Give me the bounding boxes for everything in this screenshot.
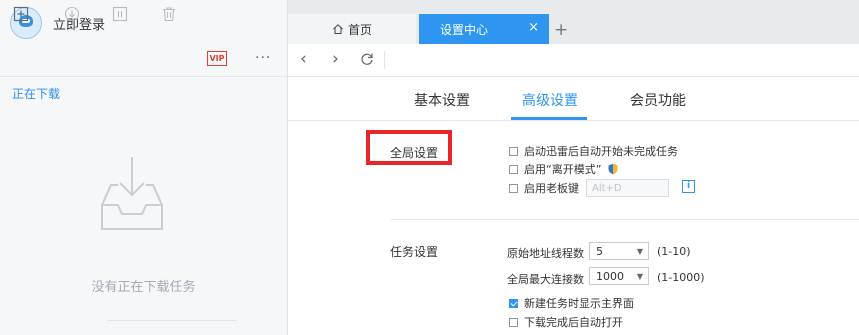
more-button[interactable]: ··· bbox=[255, 50, 271, 66]
new-task-icon[interactable] bbox=[12, 5, 30, 23]
tab-settings-label: 设置中心 bbox=[440, 22, 489, 37]
option-away-mode[interactable]: 启用“离开模式” bbox=[509, 161, 619, 177]
max-connections-label: 全局最大连接数 bbox=[507, 273, 584, 286]
shield-icon bbox=[608, 163, 618, 175]
refresh-icon[interactable] bbox=[360, 48, 374, 71]
tab-home[interactable]: 首页 bbox=[288, 14, 416, 44]
tab-advanced-settings[interactable]: 高级设置 bbox=[522, 90, 578, 110]
option-auto-open[interactable]: 下载完成后自动打开 bbox=[509, 314, 623, 330]
boss-key-label: 启用老板键 bbox=[524, 182, 579, 195]
thread-count-label: 原始地址线程数 bbox=[507, 247, 584, 260]
away-mode-label: 启用“离开模式” bbox=[524, 163, 602, 176]
auto-open-label: 下载完成后自动打开 bbox=[524, 316, 623, 329]
close-tab-icon[interactable]: × bbox=[528, 20, 539, 35]
navigation-bar: ‹ › bbox=[288, 44, 859, 77]
boss-key-hotkey-input[interactable]: Alt+D bbox=[586, 179, 669, 197]
show-main-window-label: 新建任务时显示主界面 bbox=[524, 297, 634, 310]
auto-resume-label: 启动迅雷后自动开始未完成任务 bbox=[524, 145, 678, 158]
option-show-main-window[interactable]: 新建任务时显示主界面 bbox=[509, 295, 634, 311]
vip-button[interactable]: VIP bbox=[207, 51, 227, 66]
tab-home-label: 首页 bbox=[347, 22, 372, 37]
task-settings-title: 任务设置 bbox=[390, 245, 439, 259]
left-panel: 立即登录 VIP ··· 正在下载 没有正在下载任务 bbox=[0, 0, 288, 335]
start-download-icon[interactable] bbox=[63, 5, 81, 23]
empty-inbox-icon bbox=[101, 157, 163, 230]
downloading-tab[interactable]: 正在下载 bbox=[12, 85, 60, 102]
toolbar-divider bbox=[0, 76, 287, 77]
boss-key-checkbox[interactable] bbox=[509, 183, 518, 193]
tab-settings-center[interactable]: 设置中心 × bbox=[419, 14, 549, 44]
active-tab-indicator bbox=[511, 117, 587, 120]
forward-icon[interactable]: › bbox=[332, 49, 339, 69]
max-connections-range: (1-1000) bbox=[657, 271, 705, 284]
global-settings-title: 全局设置 bbox=[390, 146, 439, 160]
chevron-down-icon: ▼ bbox=[636, 247, 643, 256]
max-connections-value: 1000 bbox=[596, 270, 624, 283]
auto-resume-checkbox[interactable] bbox=[509, 146, 518, 156]
auto-open-checkbox[interactable] bbox=[509, 317, 518, 327]
pause-icon[interactable] bbox=[111, 5, 129, 23]
info-icon[interactable]: i bbox=[682, 180, 695, 193]
option-auto-resume[interactable]: 启动迅雷后自动开始未完成任务 bbox=[509, 143, 678, 159]
browser-tabs: 首页 设置中心 × + bbox=[288, 0, 859, 44]
address-divider bbox=[384, 51, 385, 69]
max-connections-select[interactable]: 1000 ▼ bbox=[589, 267, 649, 285]
back-icon[interactable]: ‹ bbox=[300, 49, 307, 69]
section-divider bbox=[390, 219, 859, 220]
show-main-window-checkbox[interactable] bbox=[509, 298, 518, 308]
empty-state-text: 没有正在下载任务 bbox=[91, 280, 196, 295]
empty-divider bbox=[107, 320, 237, 321]
thread-count-range: (1-10) bbox=[657, 245, 691, 258]
new-tab-icon[interactable]: + bbox=[554, 20, 568, 40]
settings-tabs: 基本设置 高级设置 会员功能 bbox=[288, 77, 859, 121]
thread-count-value: 5 bbox=[596, 245, 603, 258]
delete-icon[interactable] bbox=[160, 5, 178, 23]
home-icon bbox=[333, 24, 343, 34]
thread-count-select[interactable]: 5 ▼ bbox=[589, 242, 649, 260]
option-boss-key[interactable]: 启用老板键 bbox=[509, 180, 579, 196]
chevron-down-icon: ▼ bbox=[636, 272, 643, 281]
away-mode-checkbox[interactable] bbox=[509, 164, 518, 174]
tab-basic-settings[interactable]: 基本设置 bbox=[414, 90, 470, 110]
tab-member-features[interactable]: 会员功能 bbox=[630, 90, 686, 110]
